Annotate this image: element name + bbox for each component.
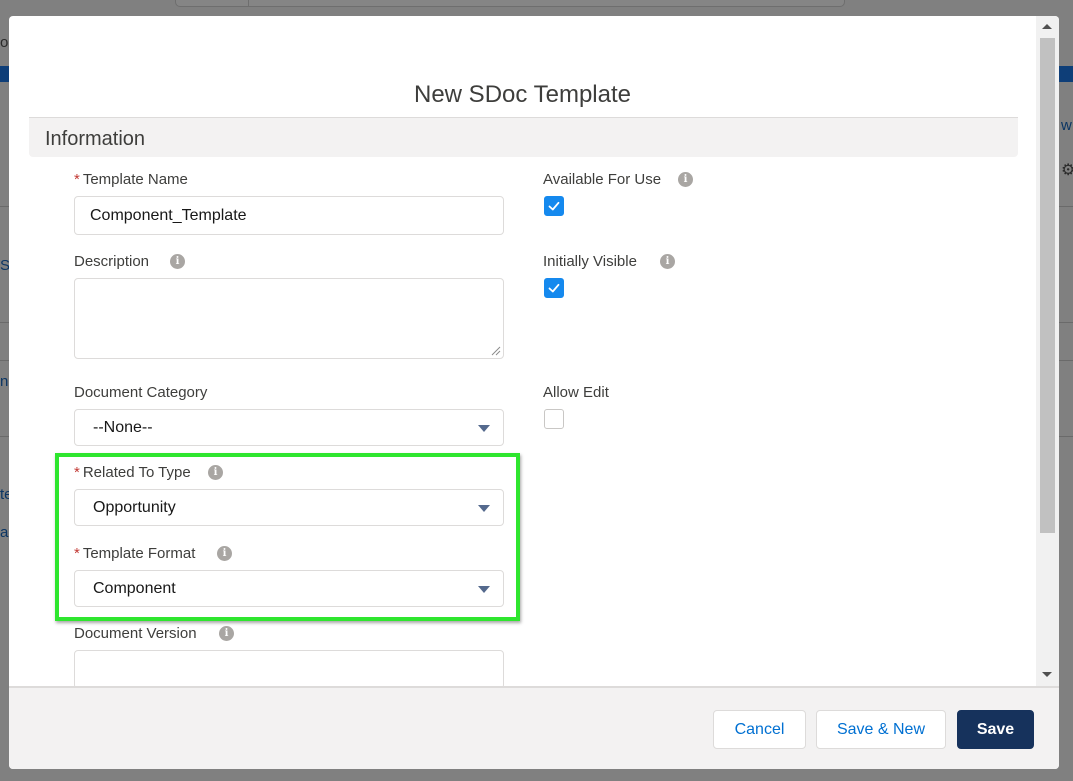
background-nav-strip-right [1059,66,1073,82]
related-to-type-label: * Related To Type [74,464,191,481]
scroll-thumb[interactable] [1040,38,1055,533]
info-icon[interactable]: i [217,546,232,561]
save-and-new-button[interactable]: Save & New [816,710,946,749]
allow-edit-checkbox[interactable] [544,409,564,429]
info-icon[interactable]: i [660,254,675,269]
scroll-up-icon[interactable] [1042,24,1052,29]
save-button[interactable]: Save [957,710,1034,749]
background-search-bar [175,0,845,7]
chevron-down-icon [478,505,490,512]
required-marker: * [74,464,80,481]
related-to-type-select[interactable]: Opportunity [74,489,504,526]
scroll-down-icon[interactable] [1042,672,1052,677]
resize-grip-icon[interactable] [491,346,501,356]
initially-visible-label: Initially Visible [543,253,637,270]
template-name-input[interactable]: Component_Template [74,196,504,235]
available-for-use-checkbox[interactable] [544,196,564,216]
chevron-down-icon [478,586,490,593]
template-format-select[interactable]: Component [74,570,504,607]
description-textarea[interactable] [74,278,504,359]
available-for-use-label: Available For Use [543,171,662,188]
modal-scrollbar[interactable] [1036,16,1059,686]
initially-visible-checkbox[interactable] [544,278,564,298]
template-format-label: * Template Format [74,545,196,562]
background-text-fragment: w [1061,117,1072,134]
checkmark-icon [548,283,560,293]
new-sdoc-template-modal: New SDoc Template Information * Template … [9,16,1059,769]
info-icon[interactable]: i [208,465,223,480]
modal-footer: Cancel Save & New Save [9,686,1059,769]
gear-icon: ⚙ [1061,162,1073,179]
background-text-fragment: o [0,34,9,51]
section-header-information[interactable]: Information [29,117,1018,157]
info-icon[interactable]: i [678,172,693,187]
document-category-select[interactable]: --None-- [74,409,504,446]
template-name-label: * Template Name [74,171,188,188]
info-icon[interactable]: i [219,626,234,641]
background-nav-strip [0,66,9,82]
required-marker: * [74,171,80,188]
modal-title: New SDoc Template [414,81,631,108]
document-version-input[interactable] [74,650,504,689]
description-label: Description [74,253,150,270]
info-icon[interactable]: i [170,254,185,269]
required-marker: * [74,545,80,562]
section-title: Information [45,128,146,150]
document-category-label: Document Category [74,384,208,401]
document-version-label: Document Version [74,625,197,642]
cancel-button[interactable]: Cancel [713,710,806,749]
chevron-down-icon [478,425,490,432]
allow-edit-label: Allow Edit [543,384,609,401]
checkmark-icon [548,201,560,211]
